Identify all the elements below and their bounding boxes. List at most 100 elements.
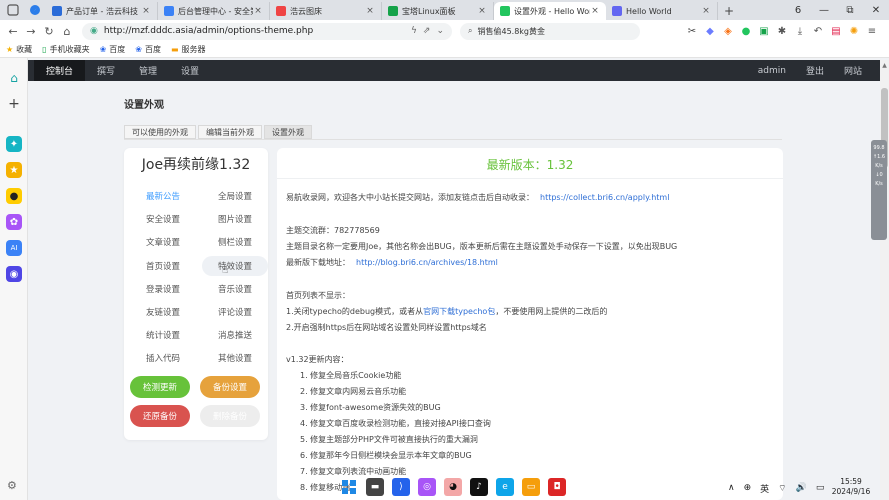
extension-icon[interactable]: ◆ [701, 26, 719, 37]
tab-close-icon[interactable]: × [701, 6, 711, 16]
tab-close-icon[interactable]: × [590, 6, 600, 16]
multicolor-icon[interactable]: ✺ [845, 26, 863, 37]
admin-nav-item[interactable]: 控制台 [34, 60, 86, 81]
home-icon[interactable]: ⌂ [58, 25, 76, 38]
game-icon[interactable]: ◈ [719, 26, 737, 37]
announcement-link[interactable]: https://collect.bri6.cn/apply.html [540, 193, 669, 202]
folder-taskbar-icon[interactable]: ▭ [522, 478, 540, 496]
browser-menu-icon[interactable] [2, 0, 24, 20]
settings-menu-item[interactable]: 统计设置 [130, 325, 196, 345]
new-tab-button[interactable]: + [718, 2, 740, 20]
bookmark-item[interactable]: ★ 收藏 [6, 44, 32, 55]
settings-menu-item[interactable]: 音乐设置 [202, 279, 268, 299]
announcement-link[interactable]: 官网下载typecho包 [423, 307, 495, 316]
admin-nav-item[interactable]: 撰写 [85, 60, 127, 81]
settings-action-button[interactable]: 检测更新 [130, 376, 190, 398]
address-bar[interactable]: ◉ http://mzf.dddc.asia/admin/options-the… [82, 22, 452, 40]
tab-count-badge[interactable]: 6 [785, 5, 811, 16]
announcement-link[interactable]: http://blog.bri6.cn/archives/18.html [356, 258, 498, 267]
admin-nav-right-item[interactable]: 登出 [796, 60, 834, 81]
settings-menu-item[interactable]: 首页设置 [130, 256, 196, 276]
settings-action-button[interactable]: 删除备份 [200, 405, 260, 427]
bookmark-item[interactable]: ▯ 手机收藏夹 [42, 44, 89, 55]
browser-tab[interactable]: 后台管理中心 - 安全第...× [158, 2, 270, 20]
ai-text-icon[interactable]: AI [6, 240, 22, 256]
settings-menu-item[interactable]: 评论设置 [202, 302, 268, 322]
theme-subtab[interactable]: 设置外观 [264, 125, 312, 139]
menu-icon[interactable]: ≡ [863, 26, 881, 37]
chat-icon[interactable]: ▣ [755, 26, 773, 37]
browser-tab[interactable]: 宝塔Linux面板 × [382, 2, 494, 20]
close-window-button[interactable]: ✕ [863, 5, 889, 16]
tab-close-icon[interactable]: × [477, 6, 487, 16]
safari-icon[interactable] [24, 0, 46, 20]
back-icon[interactable]: ← [4, 25, 22, 38]
admin-nav-item[interactable]: 管理 [127, 60, 169, 81]
settings-menu-item[interactable]: 消息推送 [202, 325, 268, 345]
browser-tab[interactable]: 浩云图床 × [270, 2, 382, 20]
add-sidebar-icon[interactable]: + [6, 96, 22, 112]
tray-icon[interactable]: 🔊 [796, 483, 807, 493]
page-scrollbar[interactable]: ▲ [880, 60, 889, 500]
tab-close-icon[interactable]: × [253, 6, 263, 16]
address-url[interactable]: http://mzf.dddc.asia/admin/options-theme… [104, 26, 405, 36]
theme-subtab[interactable]: 可以使用的外观 [124, 125, 196, 139]
browser-tab[interactable]: 产品订单 - 浩云科技 × [46, 2, 158, 20]
scissors-icon[interactable]: ✂ [683, 26, 701, 37]
puzzle-icon[interactable]: ✱ [773, 26, 791, 37]
tray-icon[interactable]: ⊕ [744, 483, 752, 493]
bookmark-item[interactable]: ▬ 服务器 [171, 44, 206, 55]
settings-menu-item[interactable]: 侧栏设置 [202, 232, 268, 252]
admin-nav-item[interactable]: 设置 [169, 60, 211, 81]
star-sidebar-icon[interactable]: ★ [6, 162, 22, 178]
assistant-icon[interactable]: ◉ [6, 266, 22, 282]
maximize-button[interactable]: ⧉ [837, 5, 863, 16]
download-icon[interactable]: ⤓ [791, 26, 809, 37]
settings-menu-item[interactable]: 友链设置 [130, 302, 196, 322]
home-sidebar-icon[interactable]: ⌂ [6, 70, 22, 86]
bookmark-item[interactable]: ❀ 百度 [135, 44, 161, 55]
browser-tab[interactable]: Hello World × [606, 2, 718, 20]
ai-chat-icon[interactable]: ✦ [6, 136, 22, 152]
vscode-icon[interactable]: ⟩ [392, 478, 410, 496]
gear-icon[interactable]: ⚙ [7, 479, 17, 492]
scroll-up-icon[interactable]: ▲ [880, 62, 889, 69]
forward-icon[interactable]: → [22, 25, 40, 38]
lightning-icon[interactable]: ϟ [411, 26, 417, 36]
edge-icon[interactable]: e [496, 478, 514, 496]
app-red-icon[interactable]: ◘ [548, 478, 566, 496]
settings-menu-item[interactable]: 文章设置 [130, 232, 196, 252]
settings-menu-item[interactable]: 全局设置 [202, 186, 268, 206]
cart-icon[interactable]: ▤ [827, 26, 845, 37]
browser-tab[interactable]: 设置外观 - Hello World× [494, 2, 606, 20]
tray-icon[interactable]: 英 [760, 482, 769, 495]
admin-nav-right-item[interactable]: admin [748, 60, 796, 81]
bookmark-item[interactable]: ❀ 百度 [100, 44, 126, 55]
tiktok-icon[interactable]: ♪ [470, 478, 488, 496]
settings-menu-item[interactable]: 特效设置 [202, 255, 268, 276]
settings-menu-item[interactable]: 图片设置 [202, 209, 268, 229]
wechat-icon[interactable]: ● [737, 26, 755, 37]
tab-close-icon[interactable]: × [141, 6, 151, 16]
search-box[interactable]: ⌕ 销售偷45.8kg黄金 [460, 22, 640, 40]
settings-action-button[interactable]: 还原备份 [130, 405, 190, 427]
reload-icon[interactable]: ↻ [40, 25, 58, 38]
ai-logo-icon[interactable]: ✿ [6, 214, 22, 230]
settings-menu-item[interactable]: 其他设置 [202, 348, 268, 368]
search-text[interactable]: 销售偷45.8kg黄金 [477, 26, 545, 37]
minimize-button[interactable]: — [811, 5, 837, 16]
qq-icon[interactable]: ◕ [444, 478, 462, 496]
settings-menu-item[interactable]: 最新公告 [130, 186, 196, 206]
settings-menu-item[interactable]: 登录设置 [130, 279, 196, 299]
settings-menu-item[interactable]: 安全设置 [130, 209, 196, 229]
browser-taskbar-icon[interactable]: ◎ [418, 478, 436, 496]
dropdown-icon[interactable]: ⌄ [436, 26, 444, 36]
file-explorer-icon[interactable]: ▬ [366, 478, 384, 496]
tray-icon[interactable]: ⌔ [778, 483, 786, 494]
settings-action-button[interactable]: 备份设置 [200, 376, 260, 398]
undo-icon[interactable]: ↶ [809, 26, 827, 37]
robot-icon[interactable]: ● [6, 188, 22, 204]
tray-icon[interactable]: ▭ [816, 483, 825, 493]
windows-start-icon[interactable] [340, 478, 358, 496]
tab-close-icon[interactable]: × [365, 6, 375, 16]
